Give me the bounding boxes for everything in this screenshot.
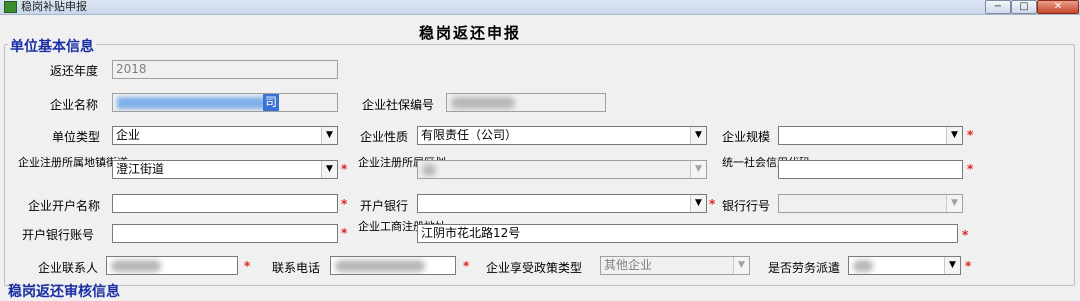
district-label: 企业注册所属区划 — [358, 156, 446, 169]
policy-type-label: 企业享受政策类型 — [486, 261, 583, 275]
required-mark: * — [244, 259, 251, 273]
required-mark: * — [341, 162, 348, 176]
unit-type-select[interactable]: 企业 ▼ — [112, 126, 338, 145]
year-field[interactable]: 2018 — [112, 60, 338, 79]
required-mark: * — [962, 228, 969, 242]
phone-label: 联系电话 — [272, 261, 321, 275]
company-nature-value: 有限责任（公司） — [421, 128, 518, 142]
required-mark: * — [967, 162, 974, 176]
credit-code-label: 统一社会信用代码 — [722, 156, 810, 169]
basic-info-legend: 单位基本信息 — [8, 36, 96, 56]
bank-select[interactable]: ▼ — [417, 194, 707, 213]
review-info-legend: 稳岗返还审核信息 — [8, 284, 120, 300]
unit-type-value: 企业 — [116, 128, 141, 142]
bank-code-select[interactable]: ▼ — [778, 194, 963, 213]
redacted-blur — [422, 164, 436, 176]
chevron-down-icon[interactable]: ▼ — [944, 257, 960, 274]
phone-field[interactable] — [330, 256, 456, 275]
chevron-down-icon[interactable]: ▼ — [946, 127, 962, 144]
account-name-label: 企业开户名称 — [28, 199, 101, 213]
labor-dispatch-label: 是否劳务派遣 — [768, 261, 841, 275]
chevron-down-icon[interactable]: ▼ — [690, 195, 706, 212]
credit-code-field[interactable] — [778, 160, 963, 179]
chevron-down-icon[interactable]: ▼ — [321, 161, 337, 178]
account-no-field[interactable] — [112, 224, 338, 243]
required-mark: * — [709, 197, 716, 211]
required-mark: * — [341, 197, 348, 211]
chevron-down-icon[interactable]: ▼ — [321, 127, 337, 144]
window-titlebar: 稳岗补贴申报 − □ ✕ — [0, 0, 1080, 15]
company-name-label: 企业名称 — [50, 98, 99, 112]
contact-label: 企业联系人 — [38, 261, 99, 275]
chevron-down-icon[interactable]: ▼ — [946, 195, 962, 212]
company-nature-label: 企业性质 — [360, 130, 409, 144]
social-security-no-field[interactable] — [446, 93, 606, 112]
account-no-label: 开户银行账号 — [22, 228, 95, 242]
required-mark: * — [967, 128, 974, 142]
redacted-blur — [451, 97, 515, 109]
address-label: 企业工商注册地址 — [358, 220, 446, 233]
street-value: 澄江街道 — [116, 162, 165, 176]
company-scale-label: 企业规模 — [722, 130, 771, 144]
policy-type-select[interactable]: 其他企业 ▼ — [600, 256, 750, 275]
account-name-field[interactable] — [112, 194, 338, 213]
redacted-blur — [117, 97, 267, 109]
year-label: 返还年度 — [50, 64, 99, 78]
redacted-blur — [853, 260, 873, 272]
redacted-blur — [335, 260, 425, 272]
street-label: 企业注册所属地镇街道 — [18, 156, 128, 169]
page-title: 稳岗返还申报 — [418, 24, 521, 42]
app-icon — [4, 1, 17, 13]
street-select[interactable]: 澄江街道 ▼ — [112, 160, 338, 179]
chevron-down-icon[interactable]: ▼ — [690, 161, 706, 178]
company-name-field[interactable]: 司 — [112, 93, 338, 112]
company-scale-select[interactable]: ▼ — [778, 126, 963, 145]
address-field[interactable]: 江阴市花北路12号 — [417, 224, 958, 243]
close-button[interactable]: ✕ — [1037, 0, 1079, 14]
bank-code-label: 银行行号 — [722, 199, 771, 213]
bank-label: 开户银行 — [360, 199, 409, 213]
required-mark: * — [341, 226, 348, 240]
window-title: 稳岗补贴申报 — [21, 0, 87, 13]
company-name-selected-text: 司 — [263, 94, 280, 111]
social-security-no-label: 企业社保编号 — [362, 98, 435, 112]
district-select[interactable]: ▼ — [417, 160, 707, 179]
redacted-blur — [111, 260, 161, 272]
contact-field[interactable] — [106, 256, 238, 275]
unit-type-label: 单位类型 — [52, 130, 101, 144]
minimize-button[interactable]: − — [985, 0, 1011, 14]
required-mark: * — [463, 259, 470, 273]
chevron-down-icon[interactable]: ▼ — [733, 257, 749, 274]
labor-dispatch-select[interactable]: ▼ — [848, 256, 961, 275]
maximize-button[interactable]: □ — [1011, 0, 1037, 14]
chevron-down-icon[interactable]: ▼ — [690, 127, 706, 144]
company-nature-select[interactable]: 有限责任（公司） ▼ — [417, 126, 707, 145]
policy-type-value: 其他企业 — [604, 258, 653, 272]
required-mark: * — [965, 259, 972, 273]
